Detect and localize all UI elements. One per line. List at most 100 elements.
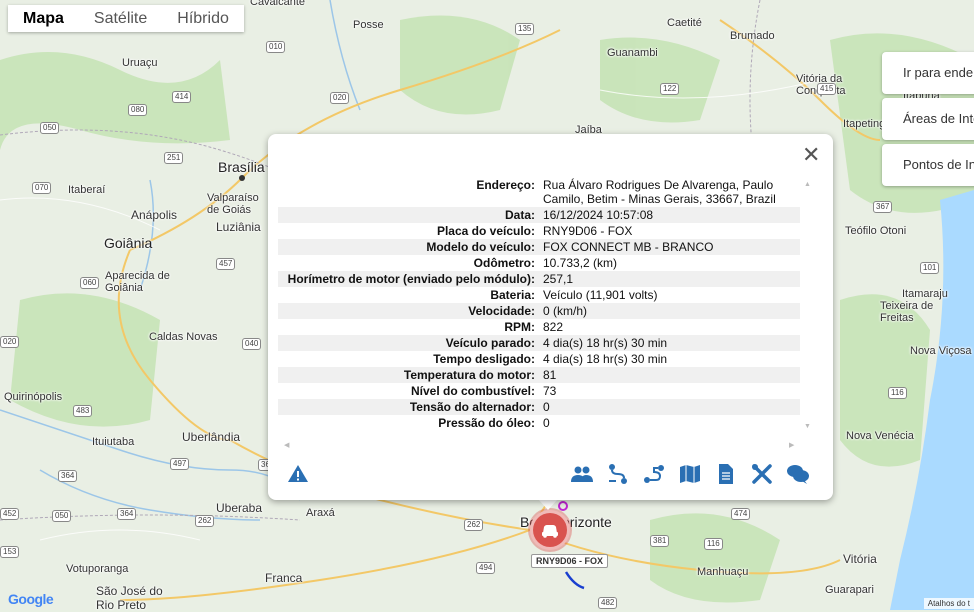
points-of-interest-button[interactable]: Pontos de Interesse [882,144,974,186]
info-row: RPM: 822 [278,319,800,335]
info-key: Tensão do alternador: [409,400,535,414]
info-row: Modelo do veículo: FOX CONNECT MB - BRANC… [278,239,800,255]
info-key: Endereço: [476,178,535,192]
areas-of-interest-button[interactable]: Áreas de Interesse [882,98,974,140]
info-row: Horímetro de motor (enviado pelo módulo)… [278,271,800,287]
city-label: Araxá [306,507,335,519]
highway-shield: 116 [704,538,723,550]
scroll-left-icon[interactable]: ◀ [284,441,289,449]
close-icon[interactable]: ✕ [802,144,820,166]
map-icon[interactable] [678,462,702,486]
info-value: 257,1 [543,272,574,286]
highway-shield: 020 [0,336,20,348]
city-label: Goiânia [104,235,153,251]
city-label: Teixeira de Freitas [880,300,934,324]
scroll-right-icon[interactable]: ▶ [789,441,794,449]
chat-icon[interactable] [786,462,810,486]
city-label: Luziânia [216,220,261,234]
highway-shield: 060 [80,277,100,289]
scroll-down-icon[interactable]: ▼ [804,423,811,430]
info-row: Veículo parado: 4 dia(s) 18 hr(s) 30 min [278,335,800,351]
info-value: Veículo (11,901 volts) [543,288,658,302]
attribution[interactable]: Atalhos do t [923,598,974,609]
info-row: Pressão do óleo: 0 [278,415,800,431]
info-key: RPM: [504,320,535,334]
users-icon[interactable] [570,462,594,486]
vehicle-plate-label: RNY9D06 - FOX [531,554,609,568]
warning-icon[interactable] [286,462,310,486]
go-to-address-button[interactable]: Ir para endereço [882,52,974,94]
google-logo: Google [8,591,54,607]
city-label: Uberaba [216,501,263,515]
city-label: Vitória [843,552,877,566]
highway-shield: 116 [888,387,907,399]
city-label: Guanambi [607,47,658,59]
info-row: Tempo desligado: 4 dia(s) 18 hr(s) 30 min [278,351,800,367]
city-label: Ituiutaba [92,436,135,448]
vehicle-marker[interactable] [530,510,570,550]
route-icon[interactable] [606,462,630,486]
info-value: 0 [543,400,550,414]
info-row: Velocidade: 0 (km/h) [278,303,800,319]
info-key: Tempo desligado: [433,352,535,366]
city-label: Brasília [218,159,265,175]
city-label: Brumado [730,30,775,42]
info-value: 822 [543,320,564,334]
map-type-hibrido[interactable]: Híbrido [162,5,244,32]
info-key: Bateria: [490,288,535,302]
info-key: Data: [504,208,535,222]
info-row: Tensão do alternador: 0 [278,399,800,415]
tools-icon[interactable] [750,462,774,486]
city-label: Votuporanga [66,563,129,575]
highway-shield: 080 [128,104,148,116]
highway-shield: 452 [0,508,20,520]
info-key: Horímetro de motor (enviado pelo módulo)… [287,272,535,286]
document-icon[interactable] [714,462,738,486]
city-label: Nova Viçosa [910,345,972,357]
city-label: Nova Venécia [846,430,914,442]
info-key: Placa do veículo: [436,224,535,238]
city-label: Guarapari [825,584,874,596]
info-value: 81 [543,368,557,382]
map-type-control: Mapa Satélite Híbrido [8,5,244,32]
map-type-mapa[interactable]: Mapa [8,5,79,32]
highway-shield: 497 [170,458,190,470]
info-key: Pressão do óleo: [438,416,535,430]
info-value: FOX CONNECT MB - BRANCO [543,240,714,254]
info-key: Modelo do veículo: [426,240,535,254]
info-row: Placa do veículo: RNY9D06 - FOX [278,223,800,239]
city-label: Valparaíso de Goiás [207,192,259,216]
scroll-up-icon[interactable]: ▲ [804,181,811,188]
info-row: Nível do combustível: 73 [278,383,800,399]
info-key: Velocidade: [468,304,535,318]
highway-shield: 414 [172,91,192,103]
city-label: Anápolis [131,208,178,222]
info-key: Nível do combustível: [410,384,535,398]
highway-shield: 010 [266,41,286,53]
highway-shield: 153 [0,546,20,558]
city-label: Itaberaí [68,184,106,196]
highway-shield: 040 [242,338,262,350]
highway-shield: 020 [330,92,350,104]
city-label: Itamaraju [902,288,948,300]
city-label: Cavalcante [250,0,306,8]
city-label: Posse [353,19,384,31]
highway-shield: 101 [920,262,940,274]
info-row: Data: 16/12/2024 10:57:08 [278,207,800,223]
info-row: Temperatura do motor: 81 [278,367,800,383]
highway-shield: 364 [117,508,137,520]
info-row: Odômetro: 10.733,2 (km) [278,255,800,271]
info-value: RNY9D06 - FOX [543,224,633,238]
popup-action-bar [288,462,813,486]
info-value: 73 [543,384,557,398]
highway-shield: 494 [476,562,496,574]
info-row: Bateria: Veículo (11,901 volts) [278,287,800,303]
info-value: 4 dia(s) 18 hr(s) 30 min [543,352,668,366]
city-label: Uberlândia [182,430,241,444]
highway-shield: 050 [40,122,60,134]
route-alt-icon[interactable] [642,462,666,486]
info-value: 16/12/2024 10:57:08 [543,208,654,222]
vehicle-info-popup: ✕ Endereço: Rua Álvaro Rodrigues De Alvar… [268,134,833,500]
map-type-satelite[interactable]: Satélite [79,5,162,32]
highway-shield: 251 [164,152,184,164]
